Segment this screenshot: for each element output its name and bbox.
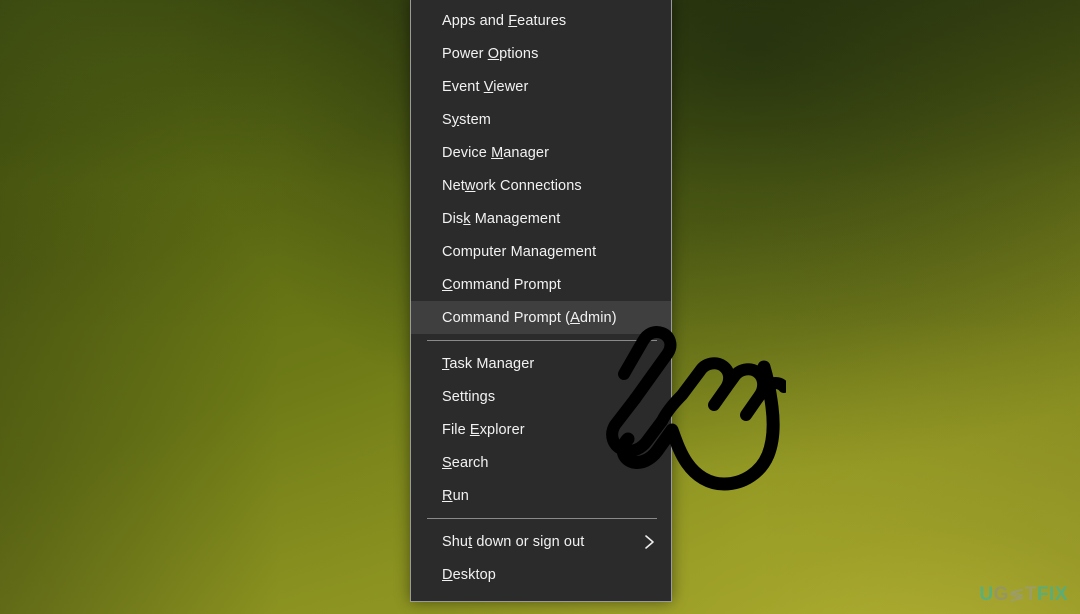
menu-item-computer-management[interactable]: Computer Management: [411, 235, 671, 268]
watermark-u: U: [979, 584, 994, 605]
menu-item-file-explorer[interactable]: File Explorer: [411, 413, 671, 446]
menu-item-label: Apps and Features: [442, 12, 567, 29]
site-watermark: U G ≶ T FIX: [979, 584, 1068, 606]
menu-item-label: Computer Management: [442, 243, 597, 260]
watermark-t: T: [1024, 584, 1037, 605]
menu-item-command-prompt-admin[interactable]: Command Prompt (Admin): [411, 301, 671, 334]
menu-separator: [427, 340, 657, 341]
winx-menu-list: Apps and Features Power Options Event View…: [411, 0, 671, 601]
menu-item-label: Event Viewer: [442, 78, 529, 95]
menu-item-label: Command Prompt: [442, 276, 562, 293]
menu-item-apps-and-features[interactable]: Apps and Features: [411, 4, 671, 37]
watermark-glyph-icon: ≶: [1008, 587, 1025, 604]
menu-item-system[interactable]: System: [411, 103, 671, 136]
menu-item-run[interactable]: Run: [411, 479, 671, 512]
menu-item-label: Device Manager: [442, 144, 549, 161]
menu-item-label: Settings: [442, 388, 496, 405]
menu-item-label: File Explorer: [442, 421, 525, 438]
menu-item-label: Network Connections: [442, 177, 582, 194]
watermark-fix: FIX: [1036, 584, 1068, 605]
menu-item-task-manager[interactable]: Task Manager: [411, 347, 671, 380]
menu-item-label: Run: [442, 487, 469, 504]
menu-item-label: Desktop: [442, 566, 496, 583]
menu-item-label: Search: [442, 454, 489, 471]
screenshot-root: Apps and Features Power Options Event View…: [0, 0, 1080, 614]
menu-separator: [427, 518, 657, 519]
menu-item-command-prompt[interactable]: Command Prompt: [411, 268, 671, 301]
menu-item-shut-down-or-sign-out[interactable]: Shut down or sign out: [411, 525, 671, 558]
menu-item-device-manager[interactable]: Device Manager: [411, 136, 671, 169]
chevron-right-icon: [644, 534, 655, 550]
menu-item-label: Disk Management: [442, 210, 561, 227]
menu-item-power-options[interactable]: Power Options: [411, 37, 671, 70]
watermark-g: G: [993, 584, 1009, 605]
winx-quick-link-menu: Apps and Features Power Options Event View…: [410, 0, 672, 602]
menu-item-label: Command Prompt (Admin): [442, 309, 617, 326]
menu-item-disk-management[interactable]: Disk Management: [411, 202, 671, 235]
menu-item-label: Task Manager: [442, 355, 535, 372]
menu-item-desktop[interactable]: Desktop: [411, 558, 671, 591]
menu-item-settings[interactable]: Settings: [411, 380, 671, 413]
menu-item-label: System: [442, 111, 491, 128]
menu-item-label: Power Options: [442, 45, 539, 62]
menu-item-label: Shut down or sign out: [442, 533, 585, 550]
menu-item-network-connections[interactable]: Network Connections: [411, 169, 671, 202]
menu-item-search[interactable]: Search: [411, 446, 671, 479]
menu-item-event-viewer[interactable]: Event Viewer: [411, 70, 671, 103]
